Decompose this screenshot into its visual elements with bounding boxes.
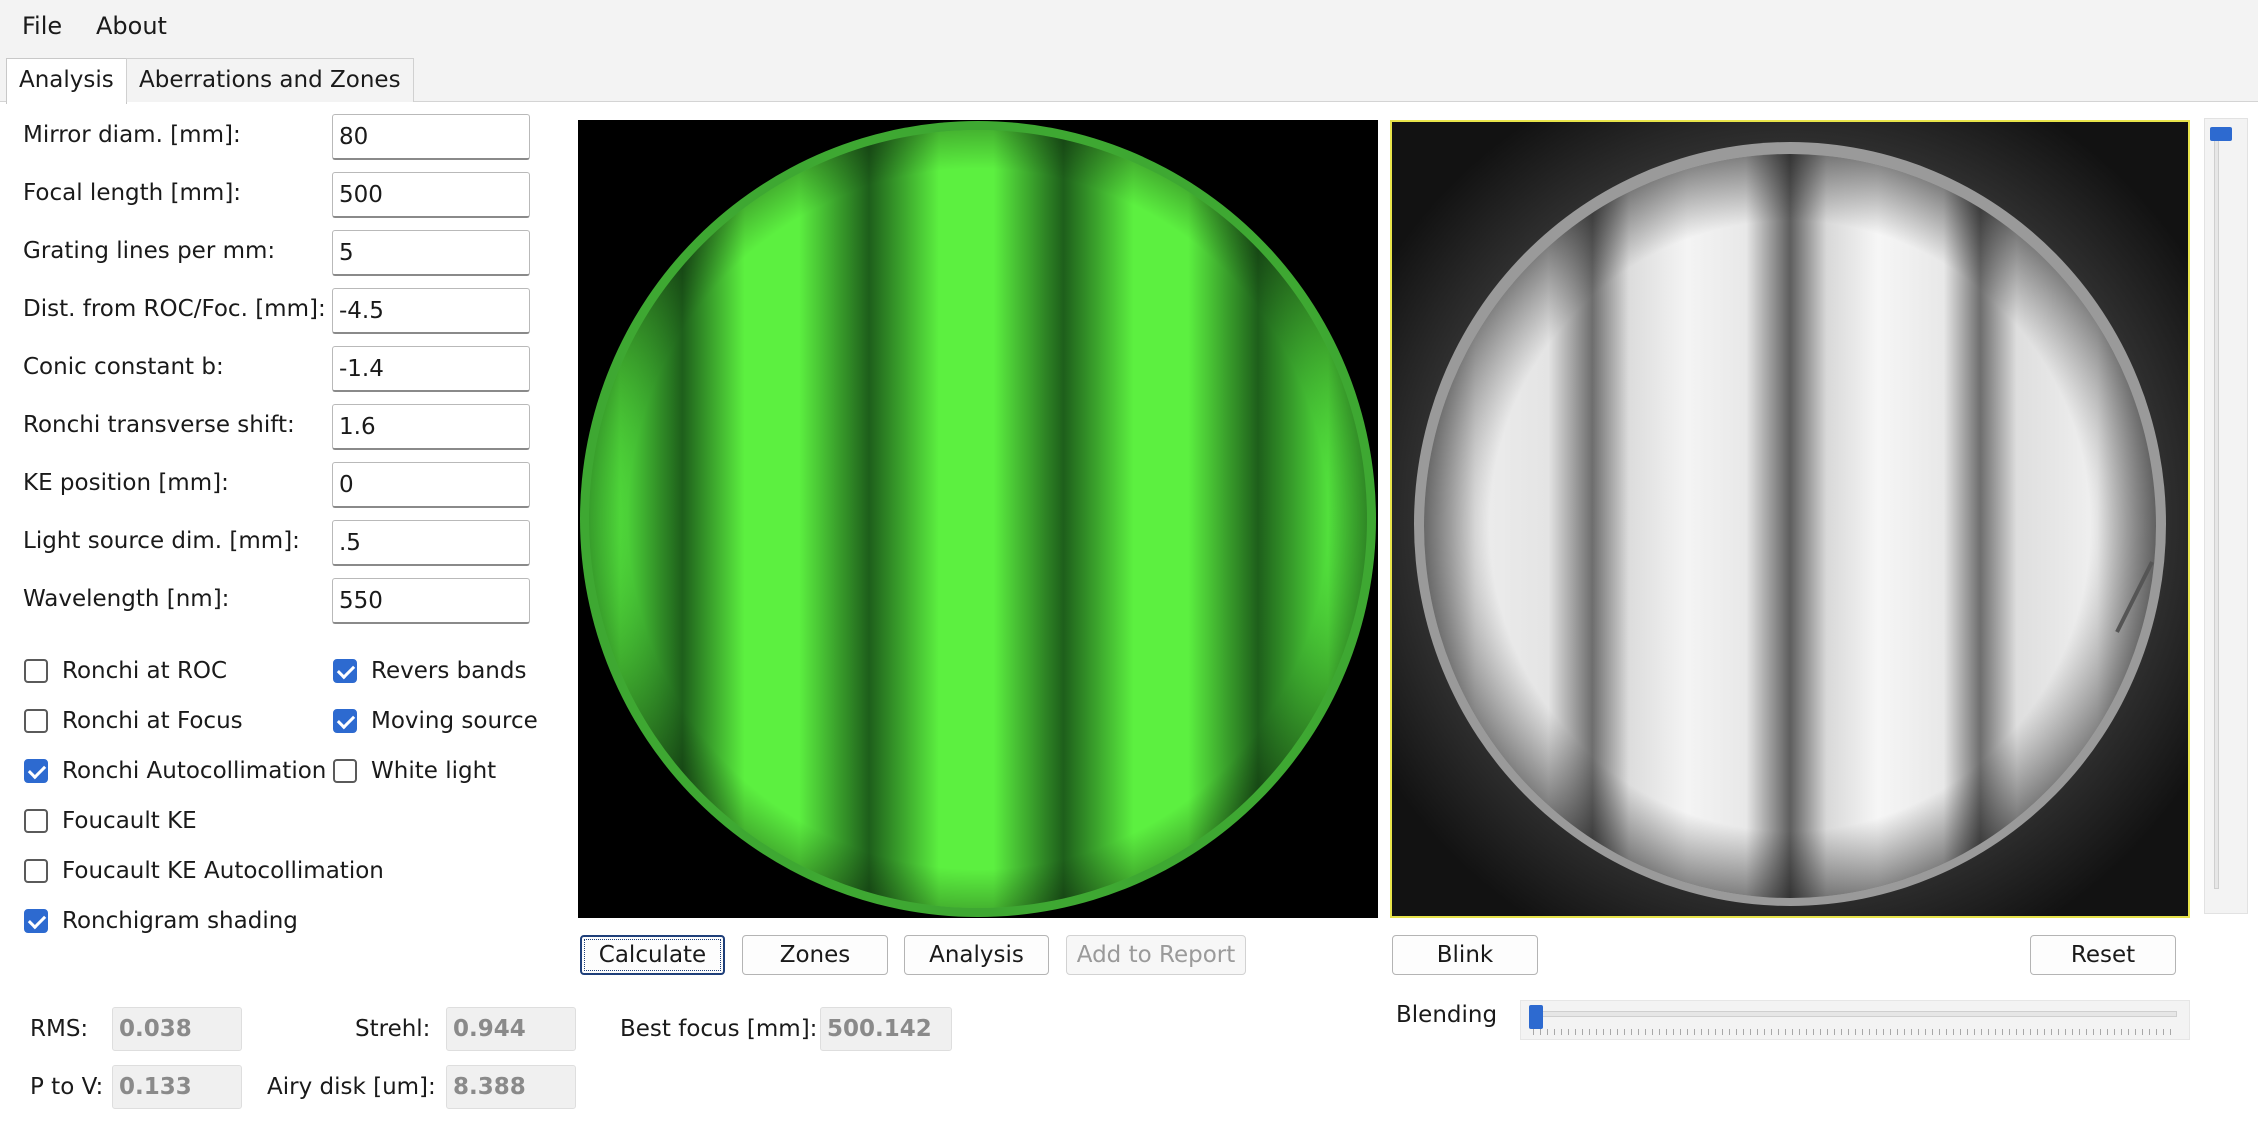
- conic-constant-input[interactable]: -1.4: [332, 346, 530, 392]
- tab-aberrations-and-zones[interactable]: Aberrations and Zones: [126, 58, 414, 102]
- checkbox-foucault-ke-box[interactable]: [24, 809, 48, 833]
- label-focal-length: Focal length [mm]:: [23, 180, 242, 206]
- analysis-button[interactable]: Analysis: [904, 935, 1049, 975]
- checkbox-ronchi-autocollimation-label: Ronchi Autocollimation: [62, 758, 327, 784]
- ronchi-shift-input[interactable]: 1.6: [332, 404, 530, 450]
- checkbox-foucault-ke-autocollimation-box[interactable]: [24, 859, 48, 883]
- checkbox-ronchi-at-roc-box[interactable]: [24, 659, 48, 683]
- checkbox-revers-bands-label: Revers bands: [371, 658, 527, 684]
- label-dist-from-roc: Dist. from ROC/Foc. [mm]:: [23, 296, 326, 322]
- menu-file[interactable]: File: [14, 0, 70, 52]
- zones-button[interactable]: Zones: [742, 935, 888, 975]
- checkbox-ronchigram-shading-label: Ronchigram shading: [62, 908, 298, 934]
- vertical-slider[interactable]: [2204, 118, 2248, 914]
- vertical-slider-thumb[interactable]: [2210, 127, 2232, 141]
- reset-button[interactable]: Reset: [2030, 935, 2176, 975]
- photo-svg: [1392, 122, 2188, 916]
- grating-lines-input[interactable]: 5: [332, 230, 530, 276]
- ronchigram-simulation-image: [578, 120, 1378, 918]
- vertical-slider-track: [2214, 133, 2219, 889]
- ptov-value: 0.133: [112, 1065, 242, 1109]
- checkbox-foucault-ke-autocollimation-label: Foucault KE Autocollimation: [62, 858, 384, 884]
- label-conic-constant: Conic constant b:: [23, 354, 224, 380]
- blending-slider-track: [1533, 1011, 2177, 1017]
- rms-label: RMS:: [30, 1016, 89, 1042]
- strehl-label: Strehl:: [355, 1016, 431, 1042]
- checkbox-moving-source[interactable]: Moving source: [333, 703, 538, 739]
- strehl-value: 0.944: [446, 1007, 576, 1051]
- menu-about[interactable]: About: [88, 0, 175, 52]
- ronchigram-svg: [578, 120, 1378, 918]
- checkbox-foucault-ke-autocollimation[interactable]: Foucault KE Autocollimation: [24, 853, 384, 889]
- checkbox-ronchi-at-focus-label: Ronchi at Focus: [62, 708, 243, 734]
- checkbox-ronchi-autocollimation-box[interactable]: [24, 759, 48, 783]
- menu-bar: [0, 0, 2258, 52]
- blink-button[interactable]: Blink: [1392, 935, 1538, 975]
- light-source-input[interactable]: .5: [332, 520, 530, 566]
- photo-vignette: [1424, 154, 2156, 898]
- mirror-diam-input[interactable]: 80: [332, 114, 530, 160]
- checkbox-ronchi-at-focus-box[interactable]: [24, 709, 48, 733]
- tab-analysis[interactable]: Analysis: [6, 58, 127, 104]
- dist-from-roc-input[interactable]: -4.5: [332, 288, 530, 334]
- checkbox-revers-bands[interactable]: Revers bands: [333, 653, 533, 689]
- label-ke-position: KE position [mm]:: [23, 470, 229, 496]
- checkbox-moving-source-label: Moving source: [371, 708, 538, 734]
- checkbox-white-light-label: White light: [371, 758, 497, 784]
- label-wavelength: Wavelength [nm]:: [23, 586, 230, 612]
- label-grating-lines: Grating lines per mm:: [23, 238, 276, 264]
- blending-slider[interactable]: [1520, 1000, 2190, 1040]
- checkbox-ronchigram-shading[interactable]: Ronchigram shading: [24, 903, 324, 939]
- blending-slider-ticks: [1533, 1029, 2177, 1035]
- checkbox-ronchi-at-roc[interactable]: Ronchi at ROC: [24, 653, 324, 689]
- checkbox-ronchi-at-focus[interactable]: Ronchi at Focus: [24, 703, 324, 739]
- ronchigram-photo-image: [1390, 120, 2190, 918]
- blending-slider-thumb[interactable]: [1529, 1005, 1543, 1029]
- checkbox-white-light[interactable]: White light: [333, 753, 533, 789]
- calculate-button[interactable]: Calculate: [580, 935, 725, 975]
- best-focus-label: Best focus [mm]:: [620, 1016, 818, 1042]
- checkbox-moving-source-box[interactable]: [333, 709, 357, 733]
- label-light-source: Light source dim. [mm]:: [23, 528, 300, 554]
- checkbox-ronchi-at-roc-label: Ronchi at ROC: [62, 658, 228, 684]
- ptov-label: P to V:: [30, 1074, 104, 1100]
- ke-position-input[interactable]: 0: [332, 462, 530, 508]
- checkbox-foucault-ke[interactable]: Foucault KE: [24, 803, 324, 839]
- wavelength-input[interactable]: 550: [332, 578, 530, 624]
- checkbox-white-light-box[interactable]: [333, 759, 357, 783]
- checkbox-ronchi-autocollimation[interactable]: Ronchi Autocollimation: [24, 753, 327, 789]
- add-to-report-button[interactable]: Add to Report: [1066, 935, 1246, 975]
- ronchigram-vignette: [589, 130, 1367, 908]
- checkbox-revers-bands-box[interactable]: [333, 659, 357, 683]
- airy-disk-value: 8.388: [446, 1065, 576, 1109]
- airy-disk-label: Airy disk [um]:: [267, 1074, 436, 1100]
- checkbox-foucault-ke-label: Foucault KE: [62, 808, 197, 834]
- label-ronchi-shift: Ronchi transverse shift:: [23, 412, 295, 438]
- focal-length-input[interactable]: 500: [332, 172, 530, 218]
- blending-label: Blending: [1396, 1002, 1498, 1028]
- checkbox-ronchigram-shading-box[interactable]: [24, 909, 48, 933]
- best-focus-value: 500.142: [820, 1007, 952, 1051]
- label-mirror-diam: Mirror diam. [mm]:: [23, 122, 241, 148]
- rms-value: 0.038: [112, 1007, 242, 1051]
